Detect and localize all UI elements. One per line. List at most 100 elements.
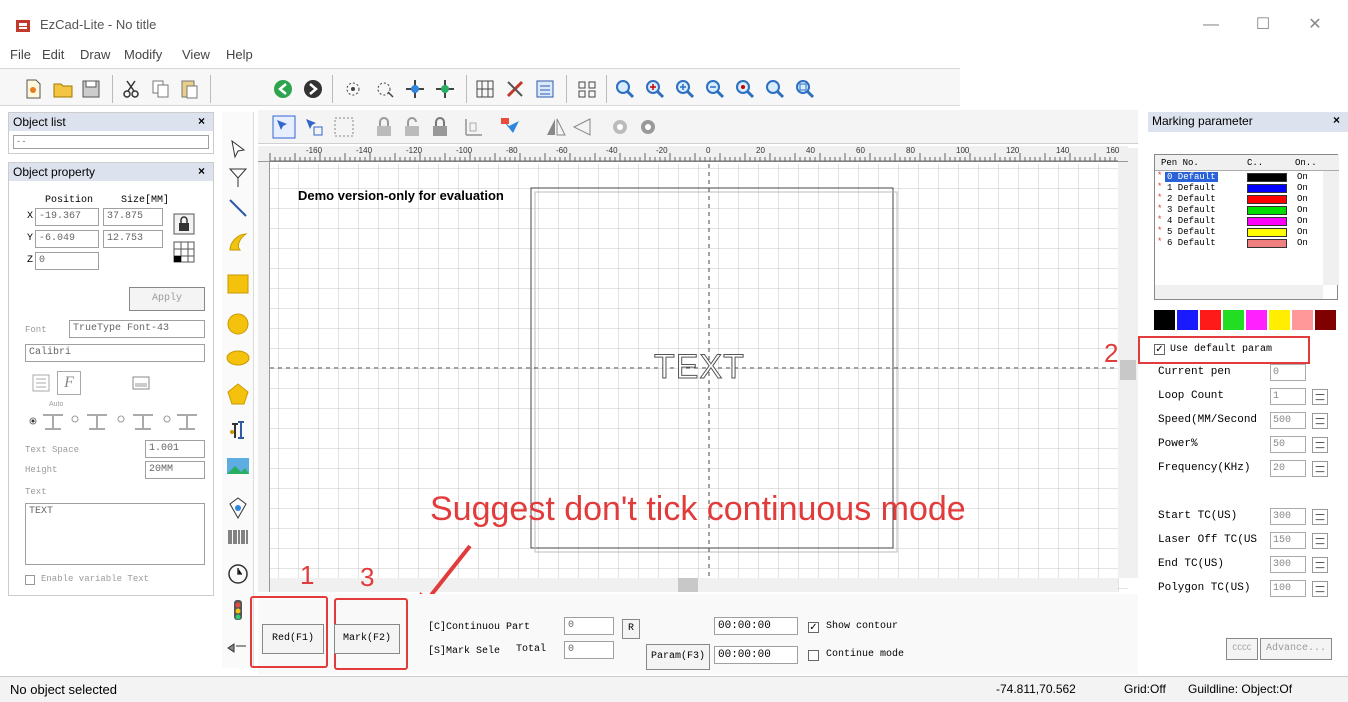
text-align-options[interactable]: [27, 407, 211, 431]
show-contour-checkbox[interactable]: ✓: [808, 622, 819, 633]
vertical-scroll-thumb[interactable]: [1120, 360, 1136, 380]
maximize-button[interactable]: ☐: [1248, 14, 1278, 36]
variable-text-checkbox[interactable]: [25, 575, 35, 585]
palette-swatch[interactable]: [1269, 310, 1290, 330]
select-node-icon[interactable]: [342, 78, 364, 100]
spin-icon[interactable]: [1312, 533, 1328, 549]
on-column-header[interactable]: On..: [1295, 158, 1317, 168]
text-object[interactable]: TEXT: [654, 348, 745, 387]
lock-all-icon[interactable]: [428, 115, 452, 139]
horizontal-scroll-thumb[interactable]: [678, 578, 698, 592]
paste-icon[interactable]: [178, 78, 200, 100]
menu-draw[interactable]: Draw: [80, 47, 110, 62]
zoom-in-icon[interactable]: [614, 78, 636, 100]
param-value-input[interactable]: 100: [1270, 580, 1306, 597]
palette-swatch[interactable]: [1200, 310, 1221, 330]
palette-swatch[interactable]: [1292, 310, 1313, 330]
pen-extra-button[interactable]: CCCC: [1226, 638, 1258, 660]
timer-tool-icon[interactable]: [226, 562, 250, 586]
edit-icon[interactable]: [504, 78, 526, 100]
hatch-icon[interactable]: [474, 78, 496, 100]
pen-list-scrollbar[interactable]: [1323, 171, 1339, 285]
array-icon[interactable]: [576, 78, 598, 100]
lock-icon[interactable]: [372, 115, 396, 139]
io-port-icon[interactable]: [226, 598, 250, 622]
param-value-input[interactable]: 50: [1270, 436, 1306, 453]
spin-icon[interactable]: [1312, 413, 1328, 429]
color-column-header[interactable]: C..: [1247, 158, 1263, 168]
palette-swatch[interactable]: [1177, 310, 1198, 330]
select-all-icon[interactable]: [302, 115, 326, 139]
property-icon[interactable]: [534, 78, 556, 100]
zoom-select-icon[interactable]: [674, 78, 696, 100]
text-tool-icon[interactable]: [226, 418, 250, 442]
zoom-work-icon[interactable]: [794, 78, 816, 100]
font-type-select[interactable]: TrueType Font-43: [69, 320, 205, 338]
select-icon[interactable]: [272, 115, 296, 139]
close-icon[interactable]: ×: [1333, 113, 1340, 127]
zoom-plus-icon[interactable]: [644, 78, 666, 100]
pen-column-header[interactable]: Pen No.: [1161, 158, 1199, 168]
undo-icon[interactable]: [272, 78, 294, 100]
param-value-input[interactable]: 20: [1270, 460, 1306, 477]
barcode-tool-icon[interactable]: [226, 526, 250, 550]
total-count-input[interactable]: 0: [564, 641, 614, 659]
part-count-input[interactable]: 0: [564, 617, 614, 635]
spin-icon[interactable]: [1312, 581, 1328, 597]
mirror-horizontal-icon[interactable]: [544, 115, 568, 139]
spin-icon[interactable]: [1312, 461, 1328, 477]
extend-axis-icon[interactable]: [226, 636, 250, 660]
pen-list[interactable]: Pen No. C.. On.. * 0 Default On * 1 Default O…: [1154, 154, 1339, 300]
zoom-fit-icon[interactable]: [764, 78, 786, 100]
vertical-scrollbar[interactable]: [1118, 148, 1138, 578]
pen-row[interactable]: * 6 Default On: [1155, 237, 1323, 249]
height-input[interactable]: 20MM: [145, 461, 205, 479]
palette-swatch[interactable]: [1154, 310, 1175, 330]
continue-mode-checkbox[interactable]: [808, 650, 819, 661]
node-pointer-icon[interactable]: [226, 166, 250, 190]
group-icon[interactable]: [404, 78, 426, 100]
line-tool-icon[interactable]: [226, 196, 250, 220]
pen-row[interactable]: * 5 Default On: [1155, 226, 1323, 238]
open-icon[interactable]: [52, 78, 74, 100]
copy-icon[interactable]: [150, 78, 172, 100]
param-value-input[interactable]: 150: [1270, 532, 1306, 549]
ellipse-tool-icon[interactable]: [226, 346, 250, 370]
align-icon[interactable]: [462, 115, 486, 139]
param-value-input[interactable]: 300: [1270, 556, 1306, 573]
unlock-icon[interactable]: [400, 115, 424, 139]
close-icon[interactable]: ×: [198, 164, 205, 178]
object-list-dropdown[interactable]: - -: [13, 135, 209, 149]
text-box-icon[interactable]: [131, 373, 151, 393]
text-space-input[interactable]: 1.001: [145, 440, 205, 458]
cut-icon[interactable]: [120, 78, 142, 100]
redo-icon[interactable]: [302, 78, 324, 100]
zoom-all-icon[interactable]: [734, 78, 756, 100]
rectangle-tool-icon[interactable]: [226, 272, 250, 296]
ungroup-icon[interactable]: [434, 78, 456, 100]
palette-swatch[interactable]: [1315, 310, 1336, 330]
pen-row[interactable]: * 3 Default On: [1155, 204, 1323, 216]
advance-button[interactable]: Advance...: [1260, 638, 1332, 660]
horizontal-scrollbar[interactable]: [270, 578, 1118, 592]
spin-icon[interactable]: [1312, 557, 1328, 573]
use-default-checkbox[interactable]: ✓: [1154, 344, 1165, 355]
menu-help[interactable]: Help: [226, 47, 253, 62]
apply-button[interactable]: Apply: [129, 287, 205, 311]
pen-list-hscrollbar[interactable]: [1155, 285, 1323, 299]
param-button[interactable]: Param(F3): [646, 644, 710, 670]
red-button[interactable]: Red(F1): [262, 624, 324, 654]
grid-origin-icon[interactable]: [173, 241, 195, 263]
color-palette[interactable]: [1154, 310, 1338, 330]
param-value-input[interactable]: 0: [1270, 364, 1306, 381]
bitmap-tool-icon[interactable]: [226, 454, 250, 478]
palette-swatch[interactable]: [1246, 310, 1267, 330]
text-content-input[interactable]: TEXT: [25, 503, 205, 565]
lock-ratio-icon[interactable]: [173, 213, 195, 235]
menu-modify[interactable]: Modify: [124, 47, 162, 62]
menu-file[interactable]: File: [10, 47, 31, 62]
polygon-tool-icon[interactable]: [226, 382, 250, 406]
pen-row[interactable]: * 4 Default On: [1155, 215, 1323, 227]
save-icon[interactable]: [80, 78, 102, 100]
pointer-icon[interactable]: [226, 138, 250, 162]
